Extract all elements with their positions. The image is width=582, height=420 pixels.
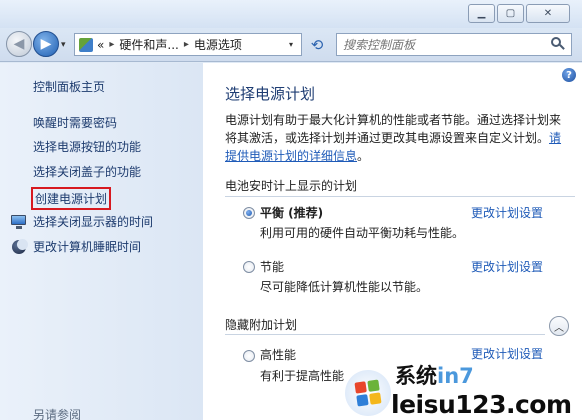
breadcrumb-separator[interactable]: ▸ xyxy=(184,39,189,50)
see-also-heading: 另请参阅 xyxy=(33,408,82,420)
main-content: ? 选择电源计划 电源计划有助于最大化计算机的性能或者节能。通过选择计划来将其激… xyxy=(203,63,582,420)
window-controls: ▁ ▢ ✕ xyxy=(468,4,570,23)
page-title: 选择电源计划 xyxy=(225,85,316,103)
sidebar-link-require-password[interactable]: 唤醒时需要密码 xyxy=(33,114,117,131)
sidebar-link-sleep-time[interactable]: 更改计算机睡眠时间 xyxy=(33,238,141,255)
maximize-button[interactable]: ▢ xyxy=(497,4,524,23)
moon-icon xyxy=(11,239,28,255)
sidebar-link-power-buttons[interactable]: 选择电源按钮的功能 xyxy=(33,138,141,155)
change-plan-settings-balanced[interactable]: 更改计划设置 xyxy=(471,204,543,221)
minimize-button[interactable]: ▁ xyxy=(468,4,495,23)
logo-pane-yellow xyxy=(369,392,382,405)
plan-name-power-saver[interactable]: 节能 xyxy=(260,258,284,275)
breadcrumb-overflow[interactable]: « xyxy=(97,38,104,52)
breadcrumb-power-options[interactable]: 电源选项 xyxy=(194,36,242,53)
watermark: 系统in7 leisu123.com xyxy=(342,352,582,420)
forward-button[interactable]: ▶ xyxy=(33,31,59,57)
description-text: 电源计划有助于最大化计算机的性能或者节能。通过选择计划来将其激活，或选择计划并通… xyxy=(225,113,562,145)
watermark-site-name: 系统in7 xyxy=(395,364,474,388)
refresh-icon[interactable]: ⟲ xyxy=(305,34,329,56)
help-icon[interactable]: ? xyxy=(562,68,576,82)
address-bar[interactable]: « ▸ 硬件和声... ▸ 电源选项 ▾ xyxy=(74,33,302,56)
navigation-bar: ◀ ▶ ▾ « ▸ 硬件和声... ▸ 电源选项 ▾ ⟲ xyxy=(0,28,582,62)
plan-description-balanced: 利用可用的硬件自动平衡功耗与性能。 xyxy=(260,226,465,240)
left-pane: 控制面板主页 唤醒时需要密码 选择电源按钮的功能 选择关闭盖子的功能 创建电源计… xyxy=(0,63,203,420)
hidden-plans-heading: 隐藏附加计划 xyxy=(225,318,298,332)
watermark-url: leisu123.com xyxy=(391,390,572,419)
plan-name-high-performance[interactable]: 高性能 xyxy=(260,346,296,363)
plan-radio-high-performance[interactable] xyxy=(243,350,255,362)
control-panel-home-link[interactable]: 控制面板主页 xyxy=(33,78,105,95)
change-plan-settings-power-saver[interactable]: 更改计划设置 xyxy=(471,258,543,275)
description-end: 。 xyxy=(357,149,370,163)
breadcrumb-hardware-sound[interactable]: 硬件和声... xyxy=(119,36,178,53)
battery-plans-heading: 电池安时计上显示的计划 xyxy=(225,179,358,193)
plan-description-power-saver: 尽可能降低计算机性能以节能。 xyxy=(260,280,429,294)
search-box[interactable] xyxy=(336,33,572,56)
group-divider xyxy=(225,196,575,197)
sidebar-link-lid-close[interactable]: 选择关闭盖子的功能 xyxy=(33,163,141,180)
logo-pane-blue xyxy=(356,394,369,407)
group-divider xyxy=(225,334,545,335)
logo-pane-red xyxy=(354,381,367,394)
close-button[interactable]: ✕ xyxy=(526,4,570,23)
page-description: 电源计划有助于最大化计算机的性能或者节能。通过选择计划来将其激活，或选择计划并通… xyxy=(225,111,569,165)
sidebar-link-display-off[interactable]: 选择关闭显示器的时间 xyxy=(33,213,153,230)
logo-pane-green xyxy=(367,379,380,392)
plan-description-high-performance: 有利于提高性能 xyxy=(260,369,345,383)
address-dropdown-icon[interactable]: ▾ xyxy=(283,36,299,53)
plan-radio-power-saver[interactable] xyxy=(243,261,255,273)
windows-logo-icon xyxy=(342,367,394,419)
monitor-icon xyxy=(11,214,27,230)
breadcrumb-separator[interactable]: ▸ xyxy=(109,39,114,50)
plan-radio-balanced[interactable] xyxy=(243,207,255,219)
change-plan-settings-high-performance[interactable]: 更改计划设置 xyxy=(471,345,543,362)
recent-pages-dropdown[interactable]: ▾ xyxy=(61,40,66,50)
search-input[interactable] xyxy=(337,34,537,55)
back-button[interactable]: ◀ xyxy=(6,31,32,57)
collapse-hidden-plans-button[interactable]: ︿ xyxy=(549,316,569,336)
search-icon[interactable] xyxy=(551,37,565,51)
sidebar-link-create-power-plan[interactable]: 创建电源计划 xyxy=(31,187,112,210)
control-panel-icon xyxy=(79,37,93,52)
plan-name-balanced[interactable]: 平衡 (推荐) xyxy=(260,204,323,221)
title-bar: ▁ ▢ ✕ xyxy=(0,0,582,28)
